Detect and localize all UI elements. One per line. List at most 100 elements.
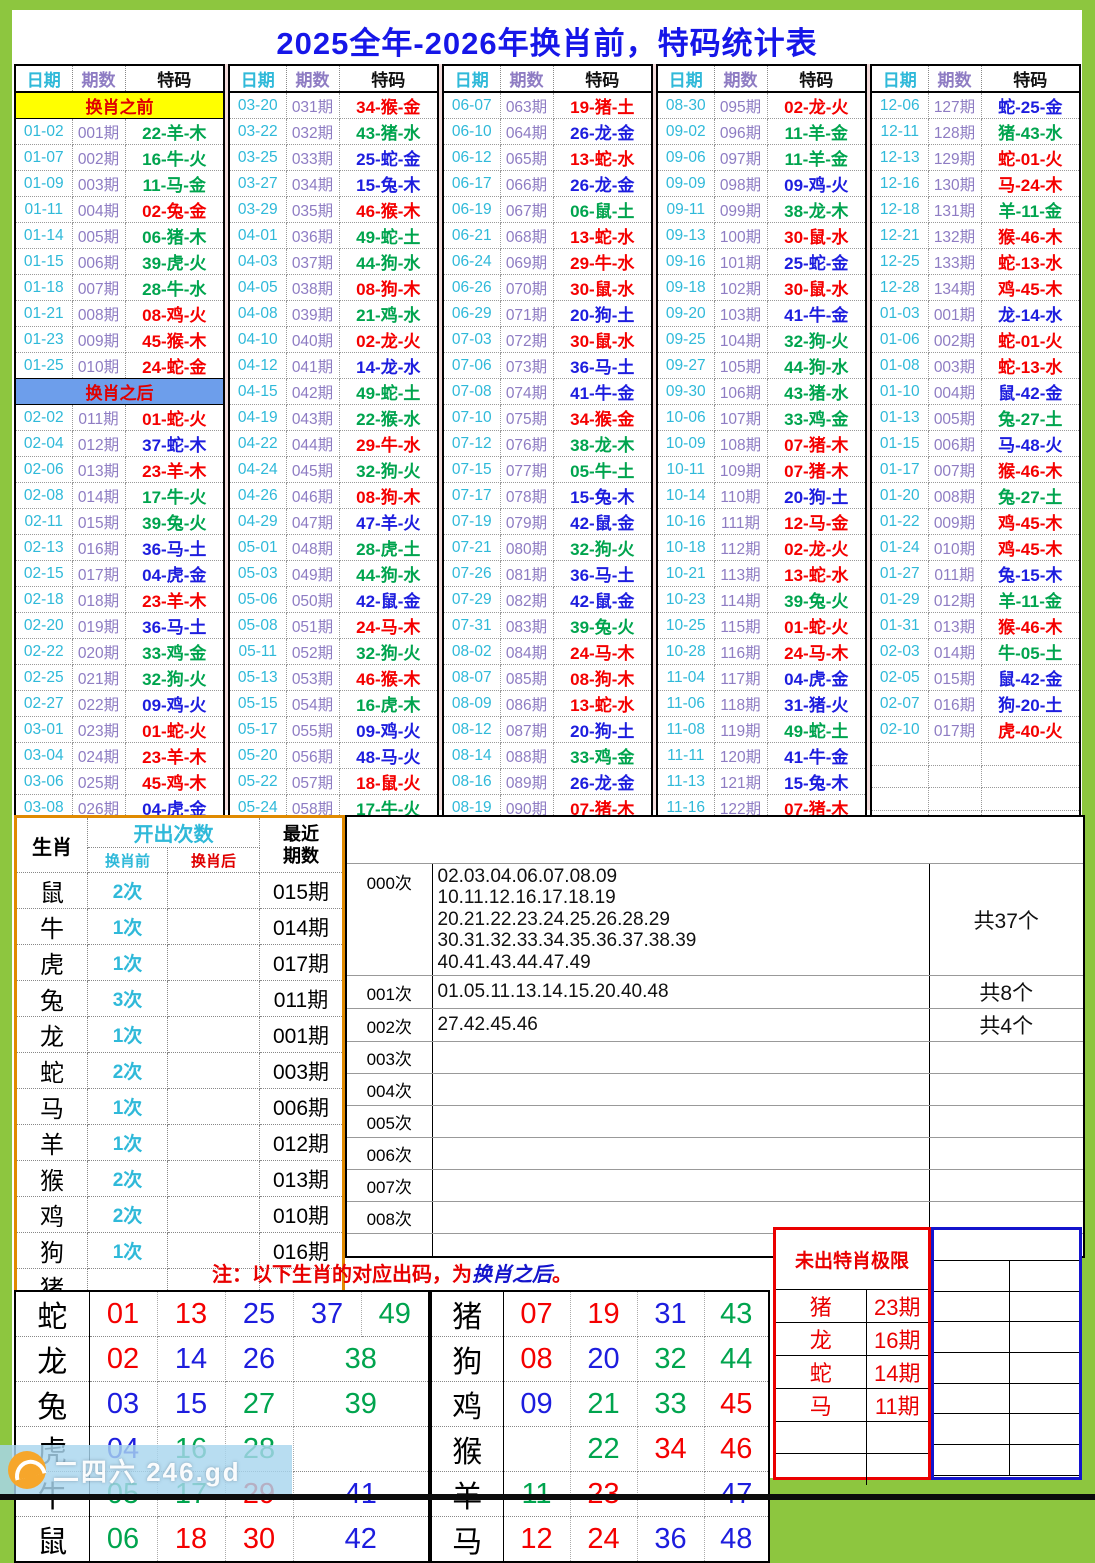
table-row: 08-07085期08-狗-木 bbox=[443, 665, 652, 691]
table-row: 01-27011期兔-15-木 bbox=[871, 561, 1080, 587]
limits-period-cell: 11期 bbox=[866, 1389, 928, 1422]
stats-before-count-cell: 2次 bbox=[88, 1197, 168, 1233]
table-row: 04-24045期32-狗-火 bbox=[229, 457, 438, 483]
code-cell: 24-马-木 bbox=[553, 639, 652, 665]
footnote-prefix: 注：以下生肖的对应出码，为 bbox=[212, 1264, 472, 1286]
stats-zodiac-cell: 鸡 bbox=[16, 1197, 88, 1233]
code-cell: 04-虎-金 bbox=[125, 561, 224, 587]
map-zodiac-cell: 猴 bbox=[431, 1427, 503, 1472]
period-table: 日期期数特码换肖之前01-02001期22-羊-木01-07002期16-牛-火… bbox=[14, 64, 225, 926]
date-cell: 02-05 bbox=[871, 665, 928, 691]
period-cell: 008期 bbox=[928, 483, 981, 509]
table-row: 06-17066期26-龙-金 bbox=[443, 171, 652, 197]
period-cell: 130期 bbox=[928, 171, 981, 197]
date-cell: 07-15 bbox=[443, 457, 500, 483]
stats-after-count-cell bbox=[168, 981, 260, 1017]
date-cell: 10-14 bbox=[657, 483, 714, 509]
period-cell: 084期 bbox=[500, 639, 553, 665]
stats-before-count-cell: 1次 bbox=[88, 1125, 168, 1161]
table-row: 01-10004期鼠-42-金 bbox=[871, 379, 1080, 405]
stats-recent-period-cell: 017期 bbox=[260, 945, 344, 981]
map-number-cell: 42 bbox=[293, 1517, 429, 1563]
period-cell: 009期 bbox=[72, 327, 125, 353]
section-row-label: 换肖之前 bbox=[15, 92, 224, 119]
table-row: 10-11109期07-猪-木 bbox=[657, 457, 866, 483]
stats-row: 兔3次011期 bbox=[16, 981, 344, 1017]
period-cell: 127期 bbox=[928, 92, 981, 119]
date-cell: 12-16 bbox=[871, 171, 928, 197]
date-cell: 09-06 bbox=[657, 145, 714, 171]
period-cell: 035期 bbox=[286, 197, 339, 223]
period-cell: 050期 bbox=[286, 587, 339, 613]
table-row: 02-20019期36-马-土 bbox=[15, 613, 224, 639]
period-cell: 095期 bbox=[714, 92, 767, 119]
period-cell: 033期 bbox=[286, 145, 339, 171]
map-number-cell: 06 bbox=[89, 1517, 157, 1563]
period-cell: 106期 bbox=[714, 379, 767, 405]
date-cell bbox=[871, 743, 928, 766]
stats-after-count-cell bbox=[168, 1161, 260, 1197]
table-row: 09-13100期30-鼠-水 bbox=[657, 223, 866, 249]
code-cell: 15-兔-木 bbox=[553, 483, 652, 509]
code-cell: 45-鸡-木 bbox=[125, 769, 224, 795]
date-cell: 09-20 bbox=[657, 301, 714, 327]
counts-label-cell: 005次 bbox=[346, 1106, 432, 1138]
period-cell: 025期 bbox=[72, 769, 125, 795]
table-row: 07-03072期30-鼠-水 bbox=[443, 327, 652, 353]
period-cell: 100期 bbox=[714, 223, 767, 249]
period-cell: 128期 bbox=[928, 119, 981, 145]
counts-label-cell: 008次 bbox=[346, 1202, 432, 1234]
period-cell: 009期 bbox=[928, 509, 981, 535]
map-number-cell: 14 bbox=[157, 1337, 225, 1382]
date-cell: 02-06 bbox=[15, 457, 72, 483]
code-cell: 龙-14-水 bbox=[981, 301, 1080, 327]
date-cell: 06-21 bbox=[443, 223, 500, 249]
table-row: 08-02084期24-马-木 bbox=[443, 639, 652, 665]
map-number-cell: 39 bbox=[293, 1382, 429, 1427]
table-row: 08-16089期26-龙-金 bbox=[443, 769, 652, 795]
code-cell: 兔-15-木 bbox=[981, 561, 1080, 587]
date-cell: 11-11 bbox=[657, 743, 714, 769]
period-cell bbox=[928, 765, 981, 788]
map-number-cell: 12 bbox=[503, 1517, 570, 1563]
code-cell: 38-龙-木 bbox=[553, 431, 652, 457]
map-zodiac-cell: 狗 bbox=[431, 1337, 503, 1382]
period-cell: 001期 bbox=[928, 301, 981, 327]
code-cell: 41-牛-金 bbox=[767, 743, 866, 769]
date-cell: 01-03 bbox=[871, 301, 928, 327]
stats-after-count-cell bbox=[168, 873, 260, 909]
code-cell: 羊-11-金 bbox=[981, 197, 1080, 223]
date-cell: 09-30 bbox=[657, 379, 714, 405]
map-number-cell: 15 bbox=[157, 1382, 225, 1427]
period-cell: 045期 bbox=[286, 457, 339, 483]
zodiac-map-right: 猪07193143狗08203244鸡09213345猴223446羊11234… bbox=[430, 1290, 770, 1563]
table-row: 01-15006期39-虎-火 bbox=[15, 249, 224, 275]
table-row: 01-18007期28-牛-水 bbox=[15, 275, 224, 301]
period-cell: 066期 bbox=[500, 171, 553, 197]
date-cell: 05-11 bbox=[229, 639, 286, 665]
counts-label-cell: 001次 bbox=[346, 976, 432, 1009]
stats-row: 龙1次001期 bbox=[16, 1017, 344, 1053]
code-cell: 42-鼠-金 bbox=[339, 587, 438, 613]
date-cell: 01-10 bbox=[871, 379, 928, 405]
table-row: 02-05015期鼠-42-金 bbox=[871, 665, 1080, 691]
date-cell: 01-07 bbox=[15, 145, 72, 171]
code-cell: 18-鼠-火 bbox=[339, 769, 438, 795]
code-cell: 虎-40-火 bbox=[981, 717, 1080, 743]
empty-slots-header bbox=[934, 1230, 1079, 1261]
code-cell: 44-狗-水 bbox=[339, 561, 438, 587]
table-row: 09-11099期38-龙-木 bbox=[657, 197, 866, 223]
page-title: 2025全年-2026年换肖前，特码统计表 bbox=[12, 18, 1082, 63]
date-cell: 01-06 bbox=[871, 327, 928, 353]
code-cell bbox=[981, 765, 1080, 788]
period-cell: 043期 bbox=[286, 405, 339, 431]
table-row: 06-24069期29-牛-水 bbox=[443, 249, 652, 275]
code-cell: 08-狗-木 bbox=[553, 665, 652, 691]
period-cell: 104期 bbox=[714, 327, 767, 353]
code-cell: 11-羊-金 bbox=[767, 145, 866, 171]
date-cell: 12-28 bbox=[871, 275, 928, 301]
counts-total-cell: 共8个 bbox=[929, 976, 1084, 1009]
table-row: 07-31083期39-兔-火 bbox=[443, 613, 652, 639]
code-cell: 20-狗-土 bbox=[553, 717, 652, 743]
watermark: 二四六 246.gd bbox=[0, 1445, 292, 1495]
